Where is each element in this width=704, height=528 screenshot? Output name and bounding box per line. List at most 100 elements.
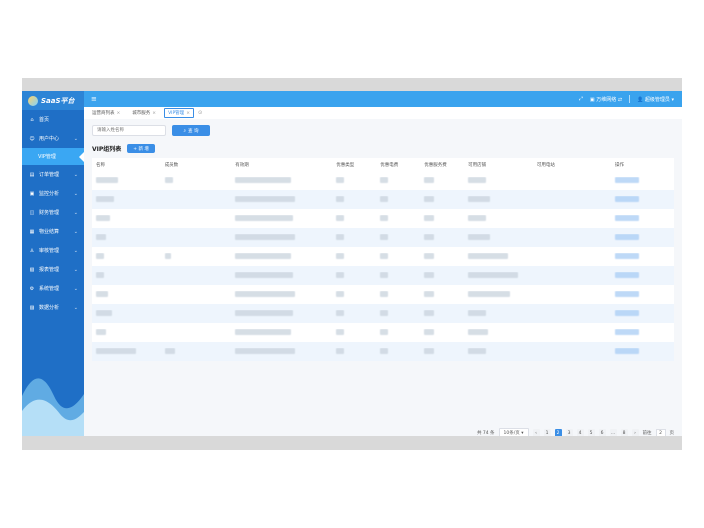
row-actions[interactable] bbox=[611, 195, 674, 204]
obscured-value bbox=[380, 271, 389, 278]
logo: SaaS平台 bbox=[22, 91, 84, 110]
obscured-value bbox=[380, 233, 389, 240]
tab-more-icon[interactable]: ⊙ bbox=[198, 110, 202, 116]
action-links[interactable] bbox=[615, 328, 640, 335]
obscured-value bbox=[380, 252, 389, 259]
obscured-value bbox=[468, 214, 487, 221]
row-actions[interactable] bbox=[611, 252, 674, 261]
page-button[interactable]: 1 bbox=[543, 429, 551, 436]
table-row[interactable] bbox=[92, 171, 674, 190]
obscured-value bbox=[96, 290, 108, 297]
search-row: ⌕ 查 询 bbox=[92, 125, 210, 136]
table-row[interactable] bbox=[92, 304, 674, 323]
obscured-value bbox=[336, 347, 345, 354]
table-cell bbox=[92, 214, 161, 223]
page-button[interactable]: … bbox=[609, 429, 617, 436]
org-switch[interactable]: ▣ 万维网络 ⇄ bbox=[590, 96, 622, 103]
sidebar-item-6[interactable]: ▦ 物业结算 ⌄ bbox=[22, 222, 84, 241]
tab-1[interactable]: 城市服务 × bbox=[128, 108, 160, 118]
sidebar-item-4[interactable]: ▣ 监控分析 ⌄ bbox=[22, 184, 84, 203]
sidebar-item-9[interactable]: ⚙ 系统管理 ⌄ bbox=[22, 279, 84, 298]
action-links[interactable] bbox=[615, 309, 640, 316]
chevron-down-icon: ⌄ bbox=[73, 135, 78, 142]
add-button[interactable]: + 新 增 bbox=[127, 144, 155, 153]
action-links[interactable] bbox=[615, 271, 640, 278]
search-input[interactable] bbox=[92, 125, 166, 136]
chevron-down-icon: ⌄ bbox=[73, 266, 78, 273]
tab-2[interactable]: VIP管理 × bbox=[164, 108, 194, 118]
row-actions[interactable] bbox=[611, 328, 674, 337]
obscured-value bbox=[380, 195, 389, 202]
table-row[interactable] bbox=[92, 285, 674, 304]
table-cell bbox=[332, 233, 376, 242]
action-links[interactable] bbox=[615, 290, 640, 297]
sidebar-item-2[interactable]: VIP管理 bbox=[22, 148, 84, 165]
obscured-value bbox=[424, 214, 435, 221]
table-row[interactable] bbox=[92, 323, 674, 342]
logo-mark-icon bbox=[28, 95, 38, 106]
close-icon[interactable]: × bbox=[152, 111, 156, 116]
sidebar-item-0[interactable]: ⌂ 首页 bbox=[22, 110, 84, 129]
action-links[interactable] bbox=[615, 195, 640, 202]
table-row[interactable] bbox=[92, 209, 674, 228]
table-header-cell: 优惠电费 bbox=[380, 162, 399, 168]
obscured-value bbox=[96, 271, 104, 278]
table-cell bbox=[231, 195, 332, 204]
table-cell bbox=[464, 290, 533, 299]
page-button[interactable]: 6 bbox=[598, 429, 606, 436]
action-links[interactable] bbox=[615, 214, 640, 221]
sidebar-item-7[interactable]: ♙ 审核管理 ⌄ bbox=[22, 241, 84, 260]
action-links[interactable] bbox=[615, 233, 640, 240]
table-header-cell: 有效期 bbox=[235, 162, 249, 168]
row-actions[interactable] bbox=[611, 233, 674, 242]
sidebar-item-label: 审核管理 bbox=[39, 248, 60, 254]
org-label: 万维网络 bbox=[596, 96, 617, 103]
fullscreen-icon[interactable]: ⤢ bbox=[579, 96, 583, 102]
report-icon: ▧ bbox=[29, 266, 35, 273]
search-button[interactable]: ⌕ 查 询 bbox=[172, 125, 210, 136]
sidebar-item-3[interactable]: ▤ 订单管理 ⌄ bbox=[22, 165, 84, 184]
sidebar-item-1[interactable]: ☺ 用户中心 ⌄ bbox=[22, 129, 84, 148]
table-row[interactable] bbox=[92, 247, 674, 266]
obscured-value bbox=[468, 233, 491, 240]
table-cell bbox=[376, 252, 420, 261]
close-icon[interactable]: × bbox=[186, 111, 190, 116]
row-actions[interactable] bbox=[611, 309, 674, 318]
sidebar: SaaS平台 ⌂ 首页 ☺ 用户中心 ⌄ VIP管理 ▤ 订单管理 ⌄ ▣ 监控分析 ⌄ ◫ 财务管理 ⌄ ▦… bbox=[22, 91, 84, 436]
obscured-value bbox=[164, 252, 171, 259]
page-button[interactable]: 2 bbox=[554, 429, 562, 436]
action-links[interactable] bbox=[615, 347, 640, 354]
table-row[interactable] bbox=[92, 342, 674, 361]
chevron-down-icon: ⌄ bbox=[73, 247, 78, 254]
close-icon[interactable]: × bbox=[117, 111, 121, 116]
table-row[interactable] bbox=[92, 190, 674, 209]
sidebar-item-10[interactable]: ▨ 数据分析 ⌄ bbox=[22, 298, 84, 317]
page-button[interactable]: 3 bbox=[565, 429, 573, 436]
chevron-down-icon: ⌄ bbox=[73, 190, 78, 197]
page-button[interactable]: 5 bbox=[587, 429, 595, 436]
table-row[interactable] bbox=[92, 266, 674, 285]
row-actions[interactable] bbox=[611, 290, 674, 299]
page-button[interactable]: 4 bbox=[576, 429, 584, 436]
row-actions[interactable] bbox=[611, 347, 674, 356]
next-page-button[interactable]: › bbox=[631, 429, 639, 436]
table-cell bbox=[464, 233, 533, 242]
row-actions[interactable] bbox=[611, 176, 674, 185]
row-actions[interactable] bbox=[611, 271, 674, 280]
analytics-icon: ▨ bbox=[29, 304, 35, 311]
tab-0[interactable]: 运营商列表 × bbox=[88, 108, 124, 118]
jump-input[interactable]: 2 bbox=[655, 428, 666, 436]
obscured-value bbox=[468, 195, 491, 202]
page-size-select[interactable]: 10条/页 ▾ bbox=[498, 428, 529, 436]
menu-toggle-icon[interactable]: ≡ bbox=[91, 95, 97, 103]
table-row[interactable] bbox=[92, 228, 674, 247]
action-links[interactable] bbox=[615, 176, 640, 183]
sidebar-item-5[interactable]: ◫ 财务管理 ⌄ bbox=[22, 203, 84, 222]
table-cell bbox=[92, 233, 161, 242]
action-links[interactable] bbox=[615, 252, 640, 259]
prev-page-button[interactable]: ‹ bbox=[532, 429, 540, 436]
sidebar-item-8[interactable]: ▧ 报表管理 ⌄ bbox=[22, 260, 84, 279]
row-actions[interactable] bbox=[611, 214, 674, 223]
user-menu[interactable]: 👤 超级管理员 ▾ bbox=[637, 96, 674, 103]
page-button[interactable]: 8 bbox=[620, 429, 628, 436]
